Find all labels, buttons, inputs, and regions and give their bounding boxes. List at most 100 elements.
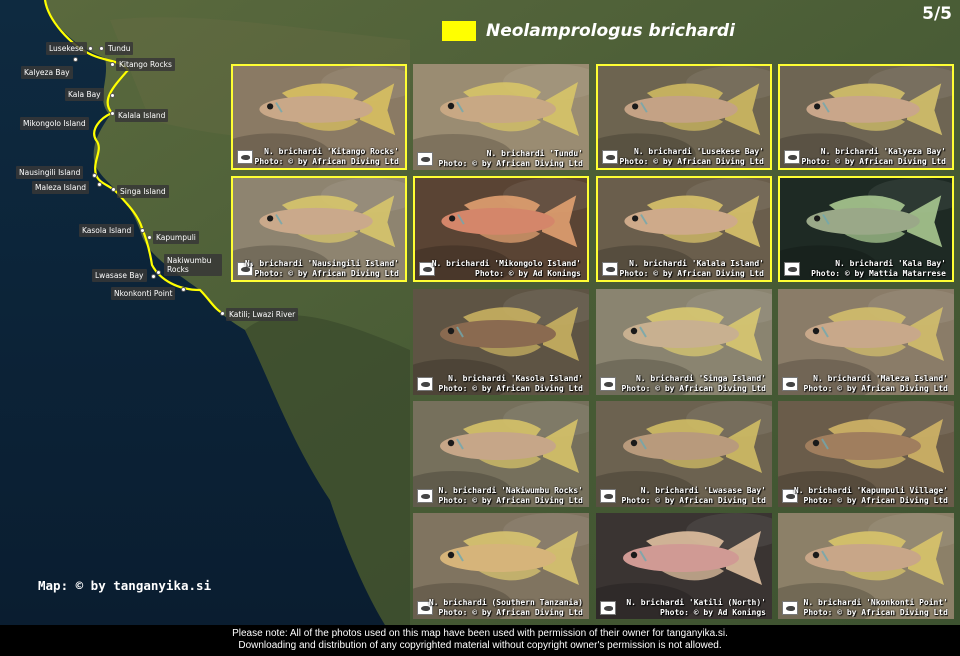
photo-caption: N. brichardi 'Kalala Island' Photo: © by … — [598, 259, 770, 278]
photo-credit: Photo: © by African Diving Ltd — [619, 156, 765, 166]
legend-title: Neolamprologus brichardi — [486, 21, 735, 41]
location-label-tundu: Tundu — [105, 42, 134, 55]
photo-card[interactable]: N. brichardi 'Katili (North)' Photo: © by… — [596, 513, 772, 619]
photo-caption: N. brichardi 'Lusekese Bay' Photo: © by A… — [598, 147, 770, 166]
photo-card[interactable]: N. brichardi 'Tundu' Photo: © by African … — [413, 64, 589, 170]
photo-caption: N. brichardi 'Nakiwumbu Rocks' Photo: © b… — [413, 486, 589, 505]
photo-credit: Photo: © by African Diving Ltd — [803, 607, 949, 617]
map-stage: Lusekese Tundu Kitango Rocks Kalyeza Bay… — [0, 0, 960, 656]
location-dot — [181, 287, 186, 292]
photo-label: N. brichardi 'Kitango Rocks' — [264, 147, 399, 156]
photo-credit: Photo: © by Ad Konings — [660, 607, 766, 617]
page-number: 5/5 — [922, 4, 952, 24]
location-label-kalyeza-bay: Kalyeza Bay — [21, 66, 73, 79]
location-dot — [151, 274, 156, 279]
photo-credit: Photo: © by African Diving Ltd — [254, 268, 400, 278]
location-dot — [99, 46, 104, 51]
photo-card[interactable]: N. brichardi 'Kalyeza Bay' Photo: © by Af… — [778, 64, 954, 170]
photo-card[interactable]: N. brichardi 'Kasola Island' Photo: © by … — [413, 289, 589, 395]
legend-swatch — [442, 21, 476, 41]
location-dot — [147, 235, 152, 240]
photo-caption: N. brichardi 'Lwasase Bay' Photo: © by Af… — [596, 486, 772, 505]
photo-label: N. brichardi 'Tundu' — [486, 149, 583, 158]
photo-caption: N. brichardi 'Singa Island' Photo: © by A… — [596, 374, 772, 393]
photo-credit: Photo: © by African Diving Ltd — [803, 383, 949, 393]
photo-label: N. brichardi 'Lwasase Bay' — [640, 486, 766, 495]
photo-caption: N. brichardi 'Kasola Island' Photo: © by … — [413, 374, 589, 393]
location-label-mikongolo-island: Mikongolo Island — [20, 117, 89, 130]
location-dot — [110, 62, 115, 67]
photo-label: N. brichardi 'Kasola Island' — [448, 374, 583, 383]
photo-credit: Photo: © by African Diving Ltd — [803, 495, 949, 505]
photo-card[interactable]: N. brichardi 'Maleza Island' Photo: © by … — [778, 289, 954, 395]
photo-label: N. brichardi 'Mikongolo Island' — [431, 259, 581, 268]
photo-label: N. brichardi 'Nkonkonti Point' — [803, 598, 949, 607]
location-dot — [92, 173, 97, 178]
photo-credit: Photo: © by African Diving Ltd — [438, 383, 584, 393]
photo-caption: N. brichardi 'Tundu' Photo: © by African … — [413, 149, 589, 168]
location-label-kapumpuli: Kapumpuli — [153, 231, 199, 244]
photo-card[interactable]: N. brichardi 'Nkonkonti Point' Photo: © b… — [778, 513, 954, 619]
photo-label: N. brichardi 'Katili (North)' — [626, 598, 766, 607]
photo-credit: Photo: © by Ad Konings — [475, 268, 581, 278]
photo-label: N. brichardi 'Kalyeza Bay' — [820, 147, 946, 156]
photo-label: N. brichardi 'Kala Bay' — [835, 259, 946, 268]
photo-label: N. brichardi 'Kalala Island' — [629, 259, 764, 268]
photo-credit: Photo: © by African Diving Ltd — [254, 156, 400, 166]
photo-caption: N. brichardi 'Nkonkonti Point' Photo: © b… — [778, 598, 954, 617]
photo-card[interactable]: N. brichardi 'Kalala Island' Photo: © by … — [596, 176, 772, 282]
photo-card[interactable]: N. brichardi 'Kitango Rocks' Photo: © by … — [231, 64, 407, 170]
photo-caption: N. brichardi (Southern Tanzania) Photo: ©… — [413, 598, 589, 617]
photo-caption: N. brichardi 'Kalyeza Bay' Photo: © by Af… — [780, 147, 952, 166]
photo-card[interactable]: N. brichardi 'Kapumpuli Village' Photo: ©… — [778, 401, 954, 507]
photo-label: N. brichardi 'Kapumpuli Village' — [793, 486, 948, 495]
photo-card[interactable]: N. brichardi 'Kala Bay' Photo: © by Matti… — [778, 176, 954, 282]
photo-card[interactable]: N. brichardi 'Singa Island' Photo: © by A… — [596, 289, 772, 395]
photo-credit: Photo: © by African Diving Ltd — [438, 607, 584, 617]
location-dot — [97, 182, 102, 187]
photo-card[interactable]: N. brichardi 'Nakiwumbu Rocks' Photo: © b… — [413, 401, 589, 507]
photo-card[interactable]: N. brichardi 'Lwasase Bay' Photo: © by Af… — [596, 401, 772, 507]
photo-caption: N. brichardi 'Kitango Rocks' Photo: © by … — [233, 147, 405, 166]
location-dot — [88, 46, 93, 51]
location-label-nausingili-island: Nausingili Island — [16, 166, 84, 179]
photo-caption: N. brichardi 'Katili (North)' Photo: © by… — [596, 598, 772, 617]
location-dot — [73, 57, 78, 62]
location-label-nakiwumbu-rocks: Nakiwumbu Rocks — [164, 254, 222, 276]
photo-credit: Photo: © by African Diving Ltd — [438, 158, 584, 168]
photo-caption: N. brichardi 'Maleza Island' Photo: © by … — [778, 374, 954, 393]
location-label-maleza-island: Maleza Island — [32, 181, 89, 194]
photo-label: N. brichardi (Southern Tanzania) — [428, 598, 583, 607]
location-dot — [220, 311, 225, 316]
photo-card[interactable]: N. brichardi 'Nausingili Island' Photo: ©… — [231, 176, 407, 282]
location-dot — [156, 270, 161, 275]
footer-line-2: Downloading and distribution of any copy… — [238, 640, 722, 651]
photo-credit: Photo: © by African Diving Ltd — [619, 268, 765, 278]
photo-card[interactable]: N. brichardi 'Mikongolo Island' Photo: © … — [413, 176, 589, 282]
photo-card[interactable]: N. brichardi (Southern Tanzania) Photo: ©… — [413, 513, 589, 619]
footer-line-1: Please note: All of the photos used on t… — [232, 628, 728, 639]
location-label-nkonkonti-point: Nkonkonti Point — [111, 287, 176, 300]
photo-credit: Photo: © by Mattia Matarrese — [811, 268, 946, 278]
location-label-lwasase-bay: Lwasase Bay — [92, 269, 147, 282]
location-label-katili: Katili; Lwazi River — [226, 308, 299, 321]
photo-credit: Photo: © by African Diving Ltd — [438, 495, 584, 505]
map-credit: Map: © by tanganyika.si — [38, 578, 212, 593]
photo-card[interactable]: N. brichardi 'Lusekese Bay' Photo: © by A… — [596, 64, 772, 170]
location-dot — [140, 228, 145, 233]
photo-caption: N. brichardi 'Mikongolo Island' Photo: © … — [415, 259, 587, 278]
photo-label: N. brichardi 'Maleza Island' — [813, 374, 948, 383]
location-label-kasola-island: Kasola Island — [79, 224, 135, 237]
photo-label: N. brichardi 'Lusekese Bay' — [633, 147, 764, 156]
location-label-lusekese: Lusekese — [46, 42, 87, 55]
footer-notice: Please note: All of the photos used on t… — [0, 625, 960, 656]
photo-caption: N. brichardi 'Nausingili Island' Photo: ©… — [233, 259, 405, 278]
photo-label: N. brichardi 'Singa Island' — [635, 374, 766, 383]
photo-credit: Photo: © by African Diving Ltd — [621, 495, 767, 505]
legend: Neolamprologus brichardi — [442, 18, 735, 44]
location-label-kitango-rocks: Kitango Rocks — [116, 58, 175, 71]
location-label-kala-bay: Kala Bay — [65, 88, 104, 101]
photo-label: N. brichardi 'Nausingili Island' — [244, 259, 399, 268]
photo-label: N. brichardi 'Nakiwumbu Rocks' — [438, 486, 584, 495]
location-dot — [110, 93, 115, 98]
